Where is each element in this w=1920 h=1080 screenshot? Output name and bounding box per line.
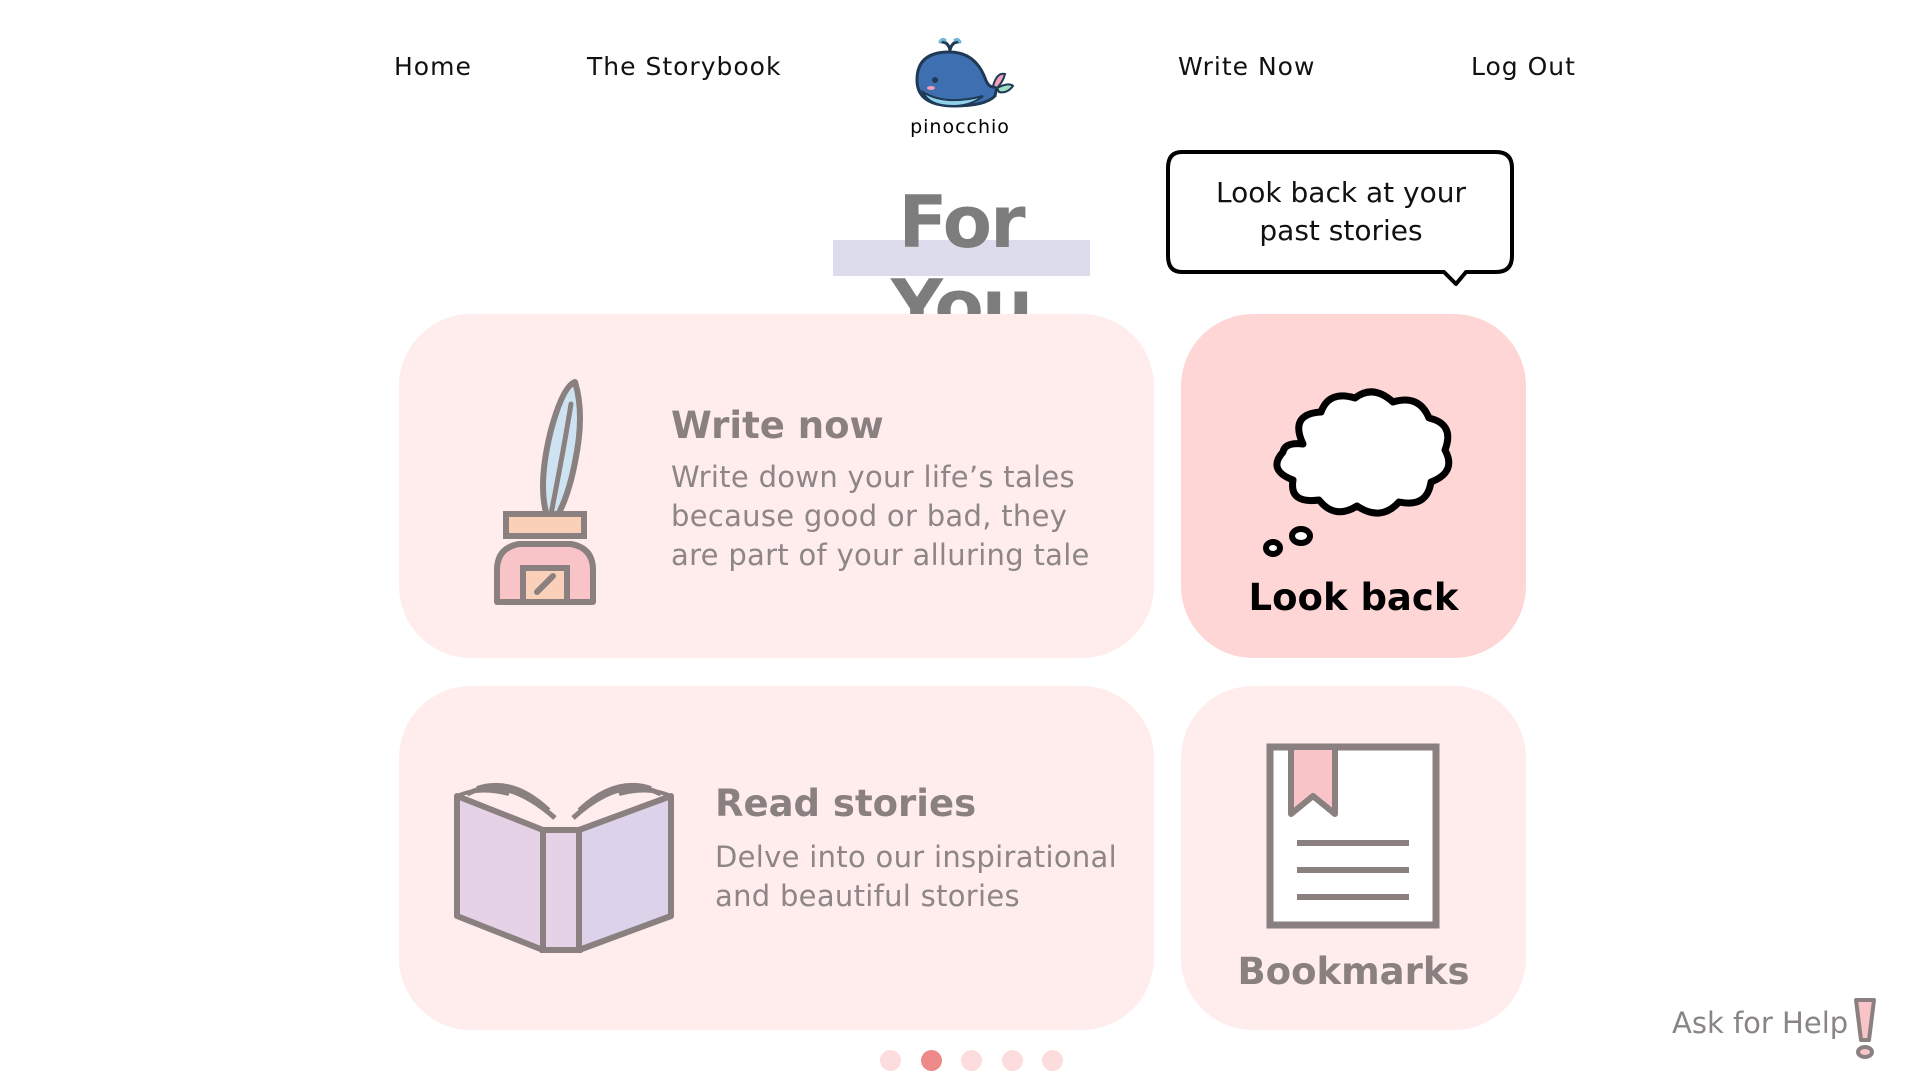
nav-log-out-link[interactable]: Log Out	[1471, 52, 1576, 81]
bookmarks-card[interactable]: Bookmarks	[1181, 686, 1526, 1030]
quill-inkpot-icon	[475, 374, 615, 616]
description-line: and beautiful stories	[715, 879, 1020, 913]
open-book-icon	[449, 774, 679, 958]
tooltip-text: Look back at your past stories	[1184, 174, 1498, 250]
pagination-dot[interactable]	[1042, 1050, 1063, 1071]
read-stories-description: Delve into our inspirational and beautif…	[715, 838, 1117, 916]
nav-storybook-link[interactable]: The Storybook	[587, 52, 781, 81]
ask-for-help-label: Ask for Help	[1672, 1006, 1849, 1040]
nav-home-link[interactable]: Home	[394, 52, 472, 81]
pagination-dot[interactable]	[1002, 1050, 1023, 1071]
write-now-description: Write down your life’s tales because goo…	[671, 458, 1090, 575]
write-now-card[interactable]: Write now Write down your life’s tales b…	[399, 314, 1154, 658]
thought-cloud-icon	[1259, 384, 1459, 568]
bookmarks-title: Bookmarks	[1237, 950, 1470, 993]
nav-write-now-link[interactable]: Write Now	[1178, 52, 1315, 81]
pagination-dot[interactable]	[880, 1050, 901, 1071]
look-back-tooltip: Look back at your past stories	[1166, 150, 1514, 286]
description-line: Write down your life’s tales	[671, 460, 1075, 494]
logo-name: pinocchio	[910, 116, 1010, 138]
read-stories-title: Read stories	[715, 782, 977, 825]
look-back-title: Look back	[1248, 576, 1459, 619]
logo[interactable]: pinocchio	[905, 36, 1015, 138]
tooltip-line-1: Look back at your	[1216, 176, 1466, 209]
read-stories-card[interactable]: Read stories Delve into our inspirationa…	[399, 686, 1154, 1030]
page-heading-wrap: For You	[831, 180, 1091, 348]
page: Home The Storybook pinocchio Write Now L…	[0, 0, 1920, 1080]
bookmark-page-icon	[1265, 742, 1441, 936]
write-now-title: Write now	[671, 404, 884, 447]
description-line: Delve into our inspirational	[715, 840, 1117, 874]
ask-for-help-button[interactable]: Ask for Help	[1672, 996, 1882, 1060]
pagination-dot-active[interactable]	[921, 1050, 942, 1071]
whale-icon	[905, 37, 1015, 114]
pagination-dot[interactable]	[961, 1050, 982, 1071]
description-line: because good or bad, they	[671, 499, 1068, 533]
description-line: are part of your alluring tale	[671, 538, 1090, 572]
look-back-card[interactable]: Look back	[1181, 314, 1526, 658]
tooltip-line-2: past stories	[1259, 214, 1423, 247]
